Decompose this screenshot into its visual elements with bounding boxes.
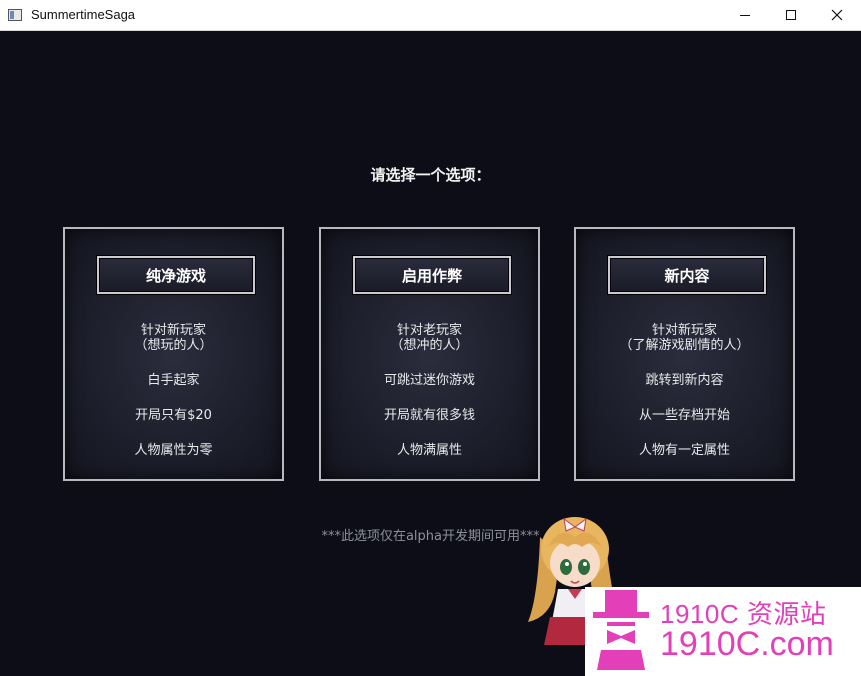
- menu-prompt: 请选择一个选项：: [370, 166, 491, 184]
- minimize-button[interactable]: [722, 0, 768, 30]
- close-button[interactable]: [814, 0, 860, 30]
- window-title: SummertimeSaga: [31, 7, 136, 22]
- option-desc-line: 从一些存档开始: [638, 408, 730, 423]
- top-hat-bowtie-logo: [593, 590, 649, 670]
- maximize-button[interactable]: [768, 0, 814, 30]
- window-titlebar[interactable]: SummertimeSaga: [0, 0, 861, 31]
- option-desc-line: 白手起家: [147, 373, 200, 388]
- close-icon: [831, 9, 843, 21]
- option-desc-line: 人物属性为零: [134, 443, 213, 458]
- option-desc-line: 开局就有很多钱: [383, 408, 475, 423]
- alpha-footnote: ***此选项仅在alpha开发期间可用***: [321, 529, 540, 544]
- new-content-button[interactable]: 新内容: [608, 256, 766, 294]
- app-icon: [8, 9, 22, 21]
- option-desc-line: 人物满属性: [396, 443, 462, 458]
- option-desc-line: （想冲的人）: [390, 338, 469, 353]
- option-desc-line: 跳转到新内容: [645, 373, 724, 388]
- option-desc-line: 人物有一定属性: [638, 443, 730, 458]
- option-desc-line: 开局只有$20: [135, 408, 212, 423]
- option-card-new-content: 新内容 针对新玩家 （了解游戏剧情的人） 跳转到新内容 从一些存档开始 人物有一…: [574, 227, 795, 481]
- option-desc-line: 针对老玩家: [396, 323, 462, 338]
- option-card-enable-cheats: 启用作弊 针对老玩家 （想冲的人） 可跳过迷你游戏 开局就有很多钱 人物满属性: [319, 227, 540, 481]
- option-desc-line: （了解游戏剧情的人）: [619, 338, 750, 353]
- watermark-line2: 1910C.com: [660, 625, 834, 663]
- game-screen: 请选择一个选项： 纯净游戏 针对新玩家 （想玩的人） 白手起家 开局只有$20 …: [0, 31, 861, 676]
- minimize-icon: [740, 15, 750, 16]
- clean-game-button[interactable]: 纯净游戏: [97, 256, 255, 294]
- option-desc-line: 可跳过迷你游戏: [383, 373, 475, 388]
- option-desc-line: 针对新玩家: [651, 323, 717, 338]
- enable-cheats-button[interactable]: 启用作弊: [353, 256, 511, 294]
- option-desc-line: （想玩的人）: [134, 338, 213, 353]
- maximize-icon: [786, 10, 796, 20]
- option-card-clean-game: 纯净游戏 针对新玩家 （想玩的人） 白手起家 开局只有$20 人物属性为零: [63, 227, 284, 481]
- option-desc-line: 针对新玩家: [140, 323, 206, 338]
